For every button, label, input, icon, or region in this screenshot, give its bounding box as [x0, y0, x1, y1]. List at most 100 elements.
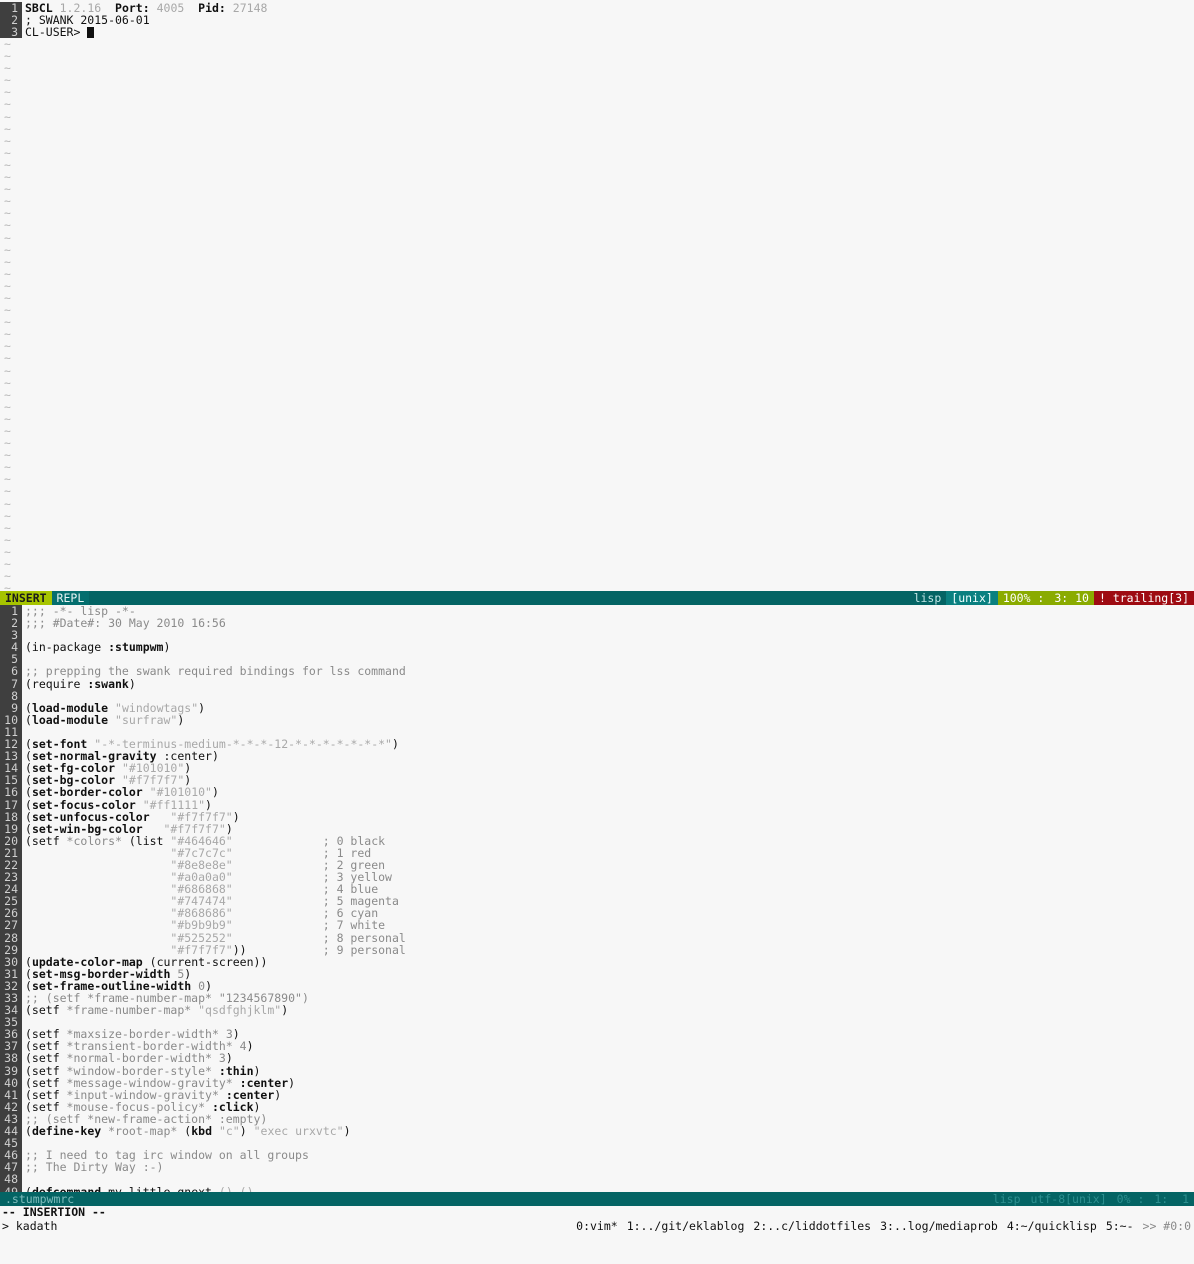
line-number: 29	[0, 944, 22, 956]
tilde-marker: ~	[4, 508, 11, 523]
code-token: kbd	[191, 1124, 213, 1139]
tmux-window-item[interactable]: 5:~-	[1106, 1219, 1134, 1233]
code-token: (	[25, 1124, 32, 1139]
line-number: 28	[0, 931, 22, 944]
line-number: 38	[0, 1052, 22, 1065]
scroll-percent-file: 0% :	[1111, 1192, 1150, 1206]
line-number: 48	[0, 1173, 22, 1186]
code-token: (	[25, 712, 32, 727]
code-line: 46;; I need to tag irc window on all gro…	[0, 1149, 1194, 1161]
cursor-position: 3: 10	[1049, 591, 1094, 605]
tmux-status-bar: > kadath 0:vim* 1:../git/eklablog 2:..c/li…	[0, 1219, 1194, 1234]
vim-message-line: -- INSERTION --	[2, 1205, 106, 1219]
code-token: )	[128, 676, 136, 691]
code-token: )	[281, 1003, 289, 1018]
code-token: "qsdfghjklm"	[198, 1003, 282, 1018]
code-token: :swank	[87, 676, 129, 691]
statusline-spacer	[89, 591, 909, 605]
code-token: Pid:	[198, 1, 226, 15]
code-token: )	[239, 1124, 254, 1139]
line-number: 30	[0, 956, 22, 968]
line-number: 17	[0, 798, 22, 811]
code-line-text: (require :swank)	[22, 678, 136, 690]
code-token: my_little_gnext	[101, 1184, 219, 1192]
code-line: 34 (setf *frame-number-map* "qsdfghjklm")	[0, 1004, 1194, 1016]
code-token: (require	[25, 676, 88, 691]
statusline-spacer-2	[79, 1192, 988, 1206]
line-number: 27	[0, 919, 22, 932]
tmux-window-item[interactable]: 3:..log/mediaprob	[880, 1219, 998, 1233]
code-token: 4	[239, 1039, 247, 1054]
code-token: load-module	[31, 712, 109, 727]
code-token: ;; The Dirty Way :-)	[25, 1160, 164, 1175]
current-filename: .stumpwmrc	[0, 1192, 80, 1206]
cursor-position-file: 1: 1	[1149, 1192, 1194, 1206]
code-token: )	[177, 712, 185, 727]
repl-line-text: CL-USER>	[22, 26, 95, 39]
text-cursor	[87, 27, 95, 39]
code-line: 10 (load-module "surfraw")	[0, 714, 1194, 726]
code-token: *root-map*	[108, 1124, 178, 1139]
tilde-marker: ~	[4, 254, 11, 269]
code-token: "surfraw"	[115, 712, 178, 727]
repl-pane[interactable]: 1 SBCL 1.2.16 Port: 4005 Pid: 27148 2; SWA…	[0, 0, 1194, 594]
code-line-text: ;;; #Date#: 30 May 2010 16:56	[22, 617, 226, 629]
empty-line-markers: ~ ~ ~ ~ ~ ~ ~ ~ ~ ~ ~ ~ ~ ~ ~ ~ ~ ~ ~ ~ ~ ~ ~ ~ ~ ~ ~ ~ ~ ~ ~ ~ ~ ~ ~ ~ ~ ~ ~ ~…	[4, 38, 24, 594]
code-line: 47;; The Dirty Way :-)	[0, 1161, 1194, 1173]
tmux-window-item[interactable]: 1:../git/eklablog	[627, 1219, 745, 1233]
code-line: 2;;; #Date#: 30 May 2010 16:56	[0, 617, 1194, 629]
encoding-indicator-file: utf-8[unix]	[1025, 1192, 1112, 1206]
code-line-text: (load-module "surfraw")	[22, 714, 184, 726]
code-token: ; 9 personal	[322, 942, 406, 957]
scroll-percent: 100% :	[997, 591, 1050, 605]
tilde-marker: ~	[4, 363, 11, 378]
repl-line: 2; SWANK 2015-06-01	[0, 14, 1194, 26]
code-token: ))	[253, 954, 268, 969]
code-line-text: ;; The Dirty Way :-)	[22, 1161, 163, 1173]
line-number: 6	[0, 665, 22, 678]
code-line: 6;; prepping the swank required bindings…	[0, 665, 1194, 678]
trailing-whitespace-warning: ! trailing[3]	[1093, 591, 1194, 605]
tilde-marker: ~	[4, 351, 11, 366]
code-token: )	[198, 700, 206, 715]
code-line-text: (in-package :stumpwm)	[22, 641, 170, 653]
line-number: 7	[0, 677, 22, 690]
code-token: defcommand	[31, 1184, 102, 1192]
line-number: 39	[0, 1064, 22, 1077]
tmux-window-item[interactable]: 2:..c/liddotfiles	[753, 1219, 871, 1233]
tilde-marker: ~	[4, 109, 11, 124]
tilde-marker: ~	[4, 97, 11, 112]
line-number: 19	[0, 823, 22, 835]
repl-output: 1 SBCL 1.2.16 Port: 4005 Pid: 27148 2; SWA…	[0, 2, 1194, 38]
tmux-window-list[interactable]: 0:vim* 1:../git/eklablog 2:..c/liddotfiles…	[567, 1219, 1191, 1234]
code-token: )	[211, 785, 219, 800]
tilde-marker: ~	[4, 387, 11, 402]
tmux-window-item[interactable]: 4:~/quicklisp	[1007, 1219, 1097, 1233]
tmux-window-item[interactable]: 0:vim*	[576, 1219, 618, 1233]
code-token: (setf	[25, 1003, 67, 1018]
code-line-text: (setf *frame-number-map* "qsdfghjklm")	[22, 1004, 288, 1016]
code-token: 27148	[232, 1, 268, 15]
code-token: define-key	[31, 1124, 102, 1139]
filetype-indicator-file: lisp	[987, 1192, 1026, 1206]
statusline-file: .stumpwmrc lisp utf-8[unix] 0% : 1: 1	[0, 1192, 1194, 1206]
tilde-marker: ~	[4, 242, 11, 257]
statusline-repl: INSERT REPL lisp [unix] 100% : 3: 10 ! t…	[0, 591, 1194, 605]
code-line: 7 (require :swank)	[0, 677, 1194, 690]
code-token: *frame-number-map*	[66, 1003, 192, 1018]
tmux-session-indicator: >> #0:0	[1142, 1219, 1191, 1233]
code-token: )	[211, 749, 219, 764]
code-token: )	[232, 809, 240, 824]
code-line: 4 (in-package :stumpwm)	[0, 641, 1194, 653]
code-token: "exec urxvtc"	[253, 1124, 344, 1139]
code-token: "c"	[218, 1124, 240, 1139]
editor-pane[interactable]: 1;;; -*- lisp -*- 2;;; #Date#: 30 May 201…	[0, 605, 1194, 1192]
code-token: :stumpwm	[108, 640, 164, 655]
code-token: )	[343, 1124, 351, 1139]
line-number: 16	[0, 786, 22, 799]
line-number: 8	[0, 690, 22, 702]
